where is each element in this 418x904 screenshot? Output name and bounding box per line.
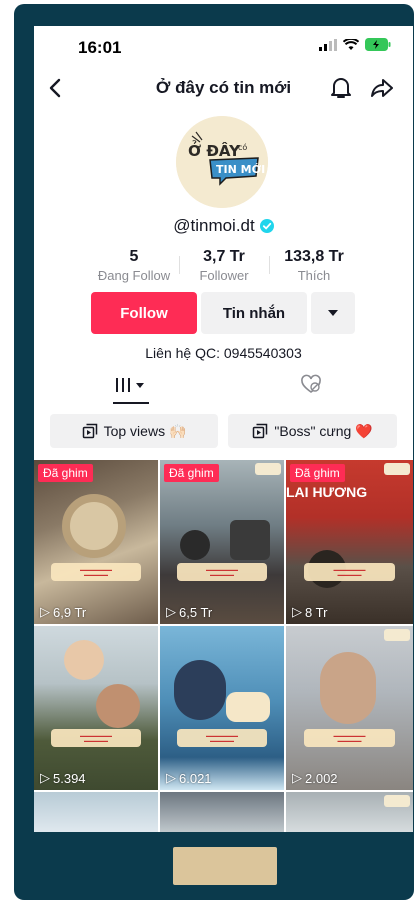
stat-likes-label: Thích: [297, 268, 331, 283]
playlist-top-views[interactable]: Top views 🙌🏻: [50, 414, 218, 448]
watermark-logo: [384, 795, 410, 807]
video-thumbnail[interactable]: [286, 792, 413, 832]
content-tabs: [34, 370, 413, 406]
stat-followers-label: Follower: [199, 268, 249, 283]
playlist-label: Top views 🙌🏻: [103, 422, 187, 439]
playlist-label: "Boss" cưng ❤️: [274, 422, 373, 439]
video-grid-icon: [116, 378, 144, 392]
tab-liked-hidden[interactable]: [300, 374, 322, 399]
page-title: Ở đây có tin mới: [155, 78, 292, 97]
play-icon: ▷: [166, 604, 176, 619]
more-options-button[interactable]: [311, 292, 355, 334]
pinned-badge: Đã ghim: [164, 464, 219, 482]
video-thumbnail[interactable]: [34, 792, 158, 832]
video-thumbnail[interactable]: ▬▬▬▬▬▬▬▬ ▬▬▬▬▬▬ ▷ 5.394: [34, 626, 158, 790]
stat-followers[interactable]: 3,7 Tr Follower: [179, 248, 269, 288]
battery-icon: [365, 38, 391, 51]
stat-following[interactable]: 5 Đang Follow: [89, 248, 179, 288]
phone-screen: 16:01 Ở đây có tin mới Ở ĐÂY có TIN MỚI …: [34, 26, 413, 832]
watermark-logo: [384, 463, 410, 475]
view-count: ▷ 6,9 Tr: [40, 604, 86, 620]
video-thumbnail[interactable]: ▬▬▬▬▬▬▬▬ ▬▬▬▬▬▬ ▷ 2.002: [286, 626, 413, 790]
watermark-logo: [255, 463, 281, 475]
view-count-text: 2.002: [305, 770, 338, 786]
view-count-text: 6,9 Tr: [53, 604, 87, 620]
wifi-icon: [343, 38, 359, 50]
shop-sign-text: LAI HƯƠNG: [286, 484, 368, 500]
pinned-badge: Đã ghim: [290, 464, 345, 482]
view-count-text: 6.021: [179, 770, 212, 786]
video-thumbnail[interactable]: ▬▬▬▬▬▬▬▬ ▬▬▬▬▬▬ Đã ghim ▷ 6,9 Tr: [34, 460, 158, 624]
profile-navbar: Ở đây có tin mới: [34, 70, 413, 110]
status-icons: [319, 38, 391, 51]
video-thumbnail[interactable]: ▬▬▬▬▬▬▬▬ ▬▬▬▬▬▬ Đã ghim ▷ 6,5 Tr: [160, 460, 284, 624]
svg-text:Ở ĐÂY: Ở ĐÂY: [188, 139, 241, 160]
playlist-row: Top views 🙌🏻 "Boss" cưng ❤️: [34, 406, 413, 454]
active-tab-indicator: [113, 402, 149, 404]
video-thumbnail[interactable]: [160, 792, 284, 832]
status-bar: 16:01: [34, 26, 413, 70]
tab-videos[interactable]: [113, 376, 147, 399]
view-count-text: 8 Tr: [305, 604, 328, 620]
video-thumbnail[interactable]: LAI HƯƠNG ▬▬▬▬▬▬▬▬ ▬▬▬▬▬▬ Đã ghim ▷ 8 Tr: [286, 460, 413, 624]
stat-following-label: Đang Follow: [97, 268, 171, 283]
stat-followers-value: 3,7 Tr: [203, 248, 245, 265]
svg-text:TIN MỚI: TIN MỚI: [216, 163, 265, 176]
video-caption: ▬▬▬▬▬▬▬▬ ▬▬▬▬▬▬: [177, 729, 267, 748]
video-caption: ▬▬▬▬▬▬▬▬ ▬▬▬▬▬▬: [51, 729, 141, 748]
view-count: ▷ 8 Tr: [292, 604, 327, 620]
heart-hidden-icon: [301, 374, 321, 393]
stat-following-value: 5: [129, 248, 139, 265]
watermark-logo: [384, 629, 410, 641]
video-caption: ▬▬▬▬▬▬▬▬ ▬▬▬▬▬▬: [177, 563, 267, 582]
video-caption: ▬▬▬▬▬▬▬▬ ▬▬▬▬▬▬: [303, 563, 396, 582]
verified-badge-icon: [259, 219, 274, 233]
playlist-boss[interactable]: "Boss" cưng ❤️: [228, 414, 397, 448]
play-icon: ▷: [40, 770, 50, 785]
video-grid: ▬▬▬▬▬▬▬▬ ▬▬▬▬▬▬ Đã ghim ▷ 6,9 Tr ▬▬▬▬▬▬▬▬ ▬…: [34, 460, 413, 832]
play-icon: ▷: [166, 770, 176, 785]
video-caption: ▬▬▬▬▬▬▬▬ ▬▬▬▬▬▬: [51, 563, 141, 582]
profile-handle: @tinmoi.dt: [173, 216, 255, 235]
video-caption: ▬▬▬▬▬▬▬▬ ▬▬▬▬▬▬: [303, 729, 396, 748]
svg-text:có: có: [238, 142, 247, 152]
caret-down-icon: [328, 310, 338, 316]
play-icon: ▷: [292, 604, 302, 619]
message-button[interactable]: Tin nhắn: [201, 292, 307, 334]
share-arrow-icon[interactable]: [370, 76, 394, 100]
view-count-text: 5.394: [53, 770, 86, 786]
handle-row: @tinmoi.dt: [34, 216, 413, 236]
profile-stats: 5 Đang Follow 3,7 Tr Follower 133,8 Tr T…: [89, 248, 359, 288]
follow-button[interactable]: Follow: [91, 292, 197, 334]
video-thumbnail[interactable]: ▬▬▬▬▬▬▬▬ ▬▬▬▬▬▬ ▷ 6.021: [160, 626, 284, 790]
play-icon: ▷: [292, 770, 302, 785]
pinned-badge: Đã ghim: [38, 464, 93, 482]
avatar-logo-image: Ở ĐÂY có TIN MỚI: [176, 116, 268, 208]
stat-likes[interactable]: 133,8 Tr Thích: [269, 248, 359, 288]
playlist-icon: [82, 423, 97, 439]
home-indicator-bar[interactable]: [173, 847, 277, 885]
play-icon: ▷: [40, 604, 50, 619]
view-count: ▷ 2.002: [292, 770, 338, 786]
playlist-icon: [253, 423, 268, 439]
profile-bio: Liên hệ QC: 0945540303: [145, 345, 302, 361]
view-count-text: 6,5 Tr: [179, 604, 213, 620]
view-count: ▷ 5.394: [40, 770, 86, 786]
stat-likes-value: 133,8 Tr: [284, 248, 344, 265]
notification-bell-icon[interactable]: [330, 76, 352, 100]
profile-avatar[interactable]: Ở ĐÂY có TIN MỚI: [176, 116, 268, 208]
status-time: 16:01: [78, 38, 122, 57]
view-count: ▷ 6.021: [166, 770, 212, 786]
signal-icon: [319, 38, 337, 51]
view-count: ▷ 6,5 Tr: [166, 604, 212, 620]
